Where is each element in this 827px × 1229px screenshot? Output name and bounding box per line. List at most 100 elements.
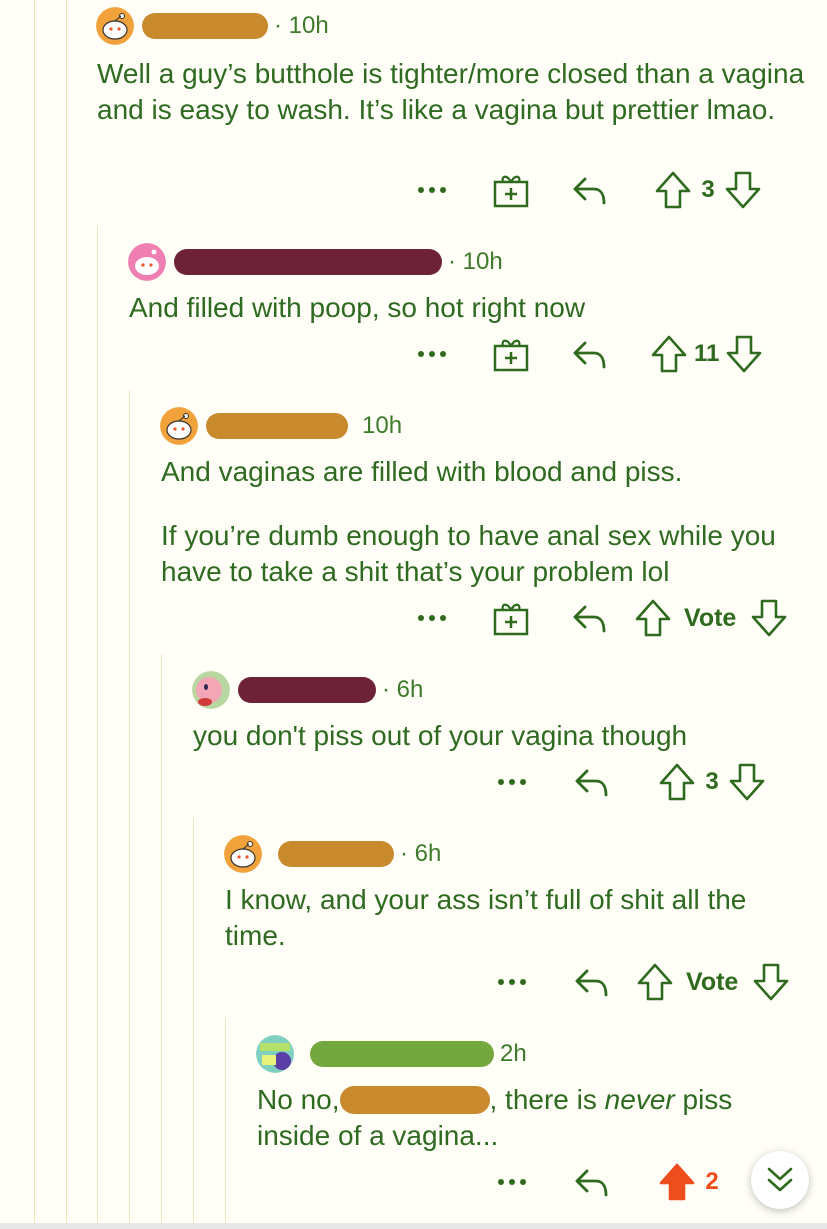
custom-avatar-icon: [256, 1035, 294, 1073]
comment-header: · 10h: [128, 242, 503, 282]
downvote-button[interactable]: [724, 170, 762, 210]
more-options-button[interactable]: [490, 977, 534, 987]
award-button[interactable]: [492, 171, 530, 209]
downvote-button[interactable]: [725, 334, 763, 374]
more-options-button[interactable]: [410, 185, 454, 195]
reply-button[interactable]: [572, 1163, 610, 1201]
comment-header: · 6h: [224, 834, 441, 874]
avatar[interactable]: [96, 7, 134, 45]
vote-score: 2: [705, 1168, 719, 1195]
comment-text-middle: , there is: [489, 1084, 605, 1115]
comment-paragraph: I know, and your ass isn’t full of shit …: [225, 884, 747, 951]
upvote-arrow-icon: [635, 599, 671, 637]
thread-line-7: [225, 1018, 226, 1229]
comment-actions: 3: [410, 168, 762, 212]
comment-header: 10h: [160, 406, 402, 446]
thread-line-3: [97, 226, 98, 1229]
more-options-icon: [498, 779, 526, 785]
upvote-arrow-icon: [651, 335, 687, 373]
more-options-icon: [418, 615, 446, 621]
comment-actions: 3: [490, 760, 766, 804]
redacted-mention: [339, 1086, 490, 1114]
snoo-avatar-icon: [224, 835, 262, 873]
comment-timestamp: · 10h: [448, 248, 503, 275]
comment-actions: Vote: [490, 960, 790, 1004]
upvote-arrow-icon: [637, 963, 673, 1001]
comment-timestamp: · 6h: [400, 840, 442, 867]
reply-arrow-icon: [575, 969, 608, 997]
gift-award-icon: [493, 175, 529, 208]
comment-body: And vaginas are filled with blood and pi…: [161, 454, 811, 590]
reply-arrow-icon: [575, 1169, 608, 1197]
vote-score: 3: [701, 176, 715, 203]
comment-timestamp: · 10h: [274, 12, 329, 39]
gift-award-icon: [493, 603, 529, 636]
thread-line-2: [66, 0, 67, 1229]
downvote-arrow-icon: [725, 171, 761, 209]
reply-button[interactable]: [570, 599, 608, 637]
character-avatar-icon: [192, 671, 230, 709]
upvote-button[interactable]: [650, 334, 688, 374]
comment-paragraph: Well a guy’s butthole is tighter/more cl…: [97, 58, 805, 125]
more-options-button[interactable]: [490, 777, 534, 787]
reply-arrow-icon: [573, 341, 606, 369]
avatar[interactable]: [224, 835, 262, 873]
redacted-username[interactable]: [238, 677, 376, 703]
reply-button[interactable]: [570, 335, 608, 373]
comment-paragraph: you don't piss out of your vagina though: [193, 720, 688, 751]
upvote-arrow-filled-icon: [659, 1163, 695, 1201]
comment-actions: 11: [410, 332, 763, 376]
avatar[interactable]: [160, 407, 198, 445]
upvote-button-active[interactable]: [658, 1162, 696, 1202]
vote-score: Vote: [686, 967, 739, 996]
downvote-button[interactable]: [752, 962, 790, 1002]
comment-paragraph: And filled with poop, so hot right now: [129, 292, 586, 323]
gift-award-icon: [493, 339, 529, 372]
vote-score: 11: [694, 340, 720, 367]
comment-body: And filled with poop, so hot right now: [129, 290, 809, 326]
reply-arrow-icon: [573, 177, 606, 205]
more-options-button[interactable]: [410, 349, 454, 359]
comment-body: I know, and your ass isn’t full of shit …: [225, 882, 785, 954]
reply-button[interactable]: [572, 963, 610, 1001]
avatar[interactable]: [128, 243, 166, 281]
more-options-button[interactable]: [490, 1177, 534, 1187]
comment-paragraph: If you’re dumb enough to have anal sex w…: [161, 520, 776, 587]
bottom-divider: [0, 1223, 827, 1229]
snoo-avatar-icon: [160, 407, 198, 445]
upvote-button[interactable]: [636, 962, 674, 1002]
more-options-icon: [418, 351, 446, 357]
redacted-username[interactable]: [206, 413, 348, 439]
redacted-username[interactable]: [174, 249, 442, 275]
avatar[interactable]: [192, 671, 230, 709]
comment-paragraph: And vaginas are filled with blood and pi…: [161, 456, 683, 487]
comment-body: No no,, there is never piss inside of a …: [257, 1082, 797, 1154]
redacted-username[interactable]: [278, 841, 394, 867]
thread-line-1: [34, 0, 35, 1229]
vote-score: Vote: [684, 603, 737, 632]
more-options-button[interactable]: [410, 613, 454, 623]
avatar[interactable]: [256, 1035, 294, 1073]
comment-header: · 10h: [96, 6, 329, 46]
snoo-avatar-icon: [128, 243, 166, 281]
redacted-username[interactable]: [310, 1041, 494, 1067]
upvote-button[interactable]: [654, 170, 692, 210]
award-button[interactable]: [492, 599, 530, 637]
comment-timestamp: 2h: [500, 1040, 527, 1067]
reply-button[interactable]: [570, 171, 608, 209]
award-button[interactable]: [492, 335, 530, 373]
upvote-button[interactable]: [634, 598, 672, 638]
reply-button[interactable]: [572, 763, 610, 801]
more-options-icon: [498, 1179, 526, 1185]
downvote-button[interactable]: [750, 598, 788, 638]
comment-header: 2h: [256, 1034, 527, 1074]
redacted-username[interactable]: [142, 13, 268, 39]
downvote-button[interactable]: [728, 762, 766, 802]
upvote-button[interactable]: [658, 762, 696, 802]
comment-actions: 2: [490, 1160, 722, 1204]
comment-paragraph: No no,, there is never piss inside of a …: [257, 1082, 797, 1154]
downvote-arrow-icon: [729, 763, 765, 801]
reply-arrow-icon: [575, 769, 608, 797]
jump-to-next-comment-button[interactable]: [751, 1151, 809, 1209]
upvote-arrow-icon: [655, 171, 691, 209]
